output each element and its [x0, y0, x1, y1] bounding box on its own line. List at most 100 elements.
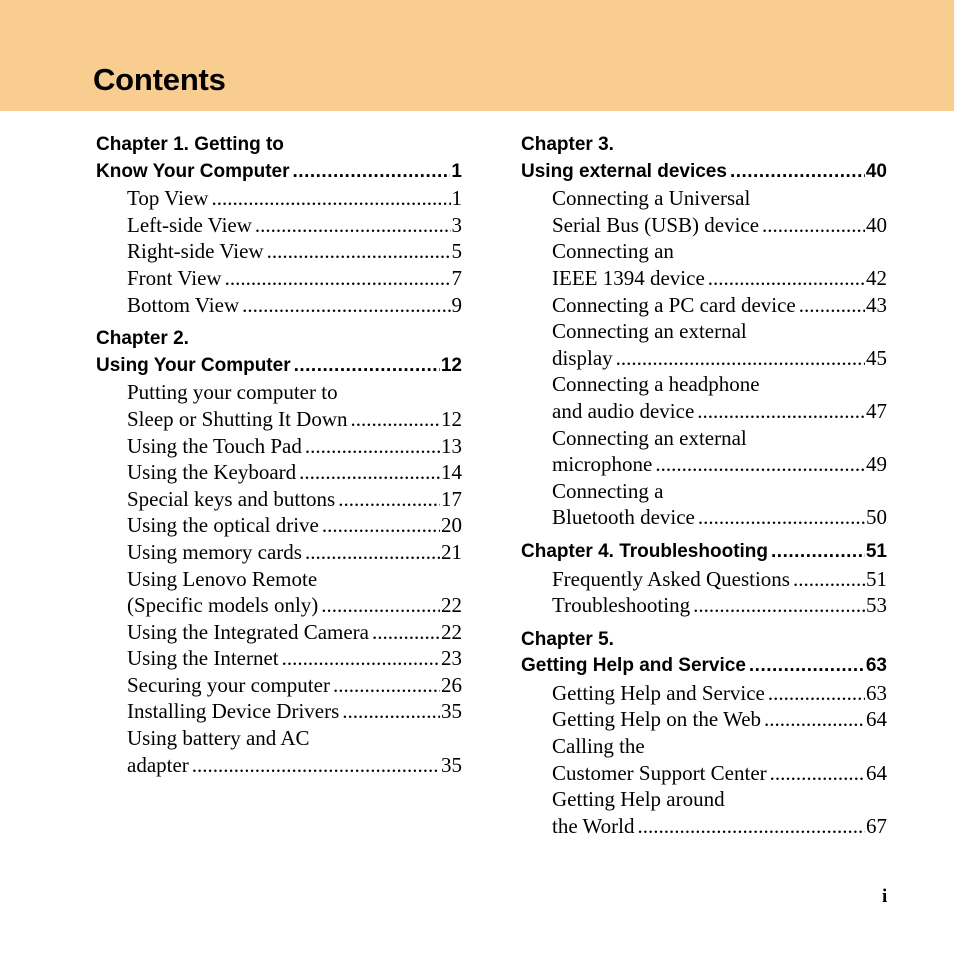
chapter-title-text: Getting Help and Service: [521, 655, 746, 677]
chapter-heading-link[interactable]: Chapter 4. Troubleshooting 51: [521, 539, 887, 566]
toc-entry-link[interactable]: Front View 7: [96, 265, 462, 292]
entry-page-number: 14: [441, 460, 462, 485]
toc-entry-link[interactable]: Top View 1: [96, 185, 462, 212]
entry-line: Frequently Asked Questions 51: [552, 566, 887, 593]
entry-text: Using the Internet: [127, 646, 279, 671]
entry-text: Connecting an: [552, 239, 674, 264]
entry-line: (Specific models only) 22: [127, 592, 462, 619]
toc-entry-link[interactable]: Using the Integrated Camera 22: [96, 619, 462, 646]
toc-entry-link[interactable]: Left-side View 3: [96, 212, 462, 239]
toc-entry-link[interactable]: Connecting a Universal Serial Bus (USB) d…: [521, 185, 887, 238]
toc-entry-link[interactable]: Using the Touch Pad 13: [96, 433, 462, 460]
entry-text: Getting Help on the Web: [552, 707, 762, 732]
entry-text: Putting your computer to: [127, 380, 338, 405]
entry-page-number: 26: [441, 672, 462, 697]
chapter-title-text: Chapter 5.: [521, 628, 614, 650]
entry-line: Front View 7: [127, 265, 462, 292]
toc-entry-link[interactable]: Connecting a headphoneand audio device 47: [521, 371, 887, 424]
entry-line: Connecting an external: [552, 318, 887, 345]
toc-entry-link[interactable]: Using the Internet 23: [96, 645, 462, 672]
toc-entry-link[interactable]: Frequently Asked Questions 51: [521, 566, 887, 593]
entry-text: Connecting a PC card device: [552, 292, 796, 317]
entry-text: Bluetooth device: [552, 505, 695, 530]
toc-entry-link[interactable]: Bottom View 9: [96, 292, 462, 319]
toc-entry-link[interactable]: Connecting an externalmicrophone 49: [521, 425, 887, 478]
dot-leader: [697, 398, 865, 425]
entry-text: Connecting a headphone: [552, 372, 760, 397]
chapter-heading-link[interactable]: Chapter 1. Getting to Know Your Computer 1: [96, 132, 462, 185]
entry-text: Sleep or Shutting It Down: [127, 406, 348, 431]
entry-line: Bluetooth device 50: [552, 504, 887, 531]
chapter-heading-link[interactable]: Chapter 5. Getting Help and Service 63: [521, 627, 887, 680]
entry-page-number: 45: [866, 345, 887, 370]
chapter-title-line: Chapter 2.: [96, 326, 462, 353]
toc-entry-link[interactable]: Using the optical drive 20: [96, 512, 462, 539]
entry-page-number: 51: [866, 566, 887, 591]
toc-chapter: Chapter 4. Troubleshooting51Frequently A…: [521, 539, 887, 619]
entry-line: IEEE 1394 device 42: [552, 265, 887, 292]
entry-line: Left-side View 3: [127, 212, 462, 239]
entry-text: Using battery and AC: [127, 726, 310, 751]
dot-leader: [299, 459, 440, 486]
toc-entry-link[interactable]: Connecting an externaldisplay 45: [521, 318, 887, 371]
dot-leader: [793, 566, 865, 593]
toc-entry-link[interactable]: Connecting a PC card device 43: [521, 292, 887, 319]
entry-line: Connecting a Universal: [552, 185, 887, 212]
entry-text: Top View: [127, 186, 209, 211]
toc-entry-link[interactable]: Getting Help and Service 63: [521, 680, 887, 707]
dot-leader: [255, 212, 451, 239]
entry-line: Using memory cards 21: [127, 539, 462, 566]
entry-page-number: 64: [866, 760, 887, 785]
toc-entry-link[interactable]: Installing Device Drivers 35: [96, 698, 462, 725]
entry-page-number: 64: [866, 707, 887, 732]
dot-leader: [730, 159, 865, 186]
toc-entry-link[interactable]: Special keys and buttons 17: [96, 486, 462, 513]
entry-line: Customer Support Center 64: [552, 760, 887, 787]
chapter-heading-link[interactable]: Chapter 3. Using external devices 40: [521, 132, 887, 185]
toc-entry-link[interactable]: Using Lenovo Remote (Specific models only…: [96, 566, 462, 619]
chapter-title-line: Chapter 5.: [521, 627, 887, 654]
chapter-title-text: Chapter 3.: [521, 134, 614, 155]
page-number: i: [882, 886, 888, 907]
entry-page-number: 22: [441, 619, 462, 644]
entry-line: Top View 1: [127, 185, 462, 212]
toc-entry-link[interactable]: Using the Keyboard 14: [96, 459, 462, 486]
entry-line: adapter 35: [127, 752, 462, 779]
toc-entry-link[interactable]: Right-side View 5: [96, 238, 462, 265]
dot-leader: [342, 698, 440, 725]
toc-chapter: Chapter 3.Using external devices40Connec…: [521, 132, 887, 531]
toc-entry-link[interactable]: Connecting aBluetooth device 50: [521, 478, 887, 531]
entry-text: Using the Touch Pad: [127, 433, 302, 458]
entry-line: Connecting an: [552, 238, 887, 265]
entry-line: Using battery and AC: [127, 725, 462, 752]
toc-entry-link[interactable]: Using memory cards 21: [96, 539, 462, 566]
toc-entry-link[interactable]: Getting Help on the Web 64: [521, 706, 887, 733]
entry-page-number: 9: [451, 292, 463, 317]
toc-entry-link[interactable]: Troubleshooting 53: [521, 592, 887, 619]
dot-leader: [321, 592, 440, 619]
toc-entry-link[interactable]: Using battery and ACadapter 35: [96, 725, 462, 778]
dot-leader: [293, 159, 451, 186]
dot-leader: [242, 292, 450, 319]
dot-leader: [192, 752, 440, 779]
chapter-heading-link[interactable]: Chapter 2. Using Your Computer 12: [96, 326, 462, 379]
entry-page-number: 49: [866, 452, 887, 477]
entry-line: Getting Help around: [552, 786, 887, 813]
entry-text: Using memory cards: [127, 539, 302, 564]
chapter-title-page-number: 1: [451, 160, 462, 182]
dot-leader: [351, 406, 441, 433]
chapter-title-line: Using external devices 40: [521, 159, 887, 186]
entry-text: Serial Bus (USB) device: [552, 212, 760, 237]
entry-text: Using the optical drive: [127, 513, 319, 538]
toc-entry-link[interactable]: Calling theCustomer Support Center 64: [521, 733, 887, 786]
entry-text: Right-side View: [127, 239, 264, 264]
entry-text: and audio device: [552, 398, 695, 423]
dot-leader: [764, 706, 865, 733]
dot-leader: [655, 451, 865, 478]
entry-page-number: 3: [451, 212, 463, 237]
toc-entry-link[interactable]: Putting your computer to Sleep or Shuttin…: [96, 379, 462, 432]
toc-entry-link[interactable]: Getting Help aroundthe World 67: [521, 786, 887, 839]
toc-entry-link[interactable]: Securing your computer 26: [96, 672, 462, 699]
toc-entry-link[interactable]: Connecting anIEEE 1394 device 42: [521, 238, 887, 291]
entry-page-number: 5: [451, 239, 463, 264]
